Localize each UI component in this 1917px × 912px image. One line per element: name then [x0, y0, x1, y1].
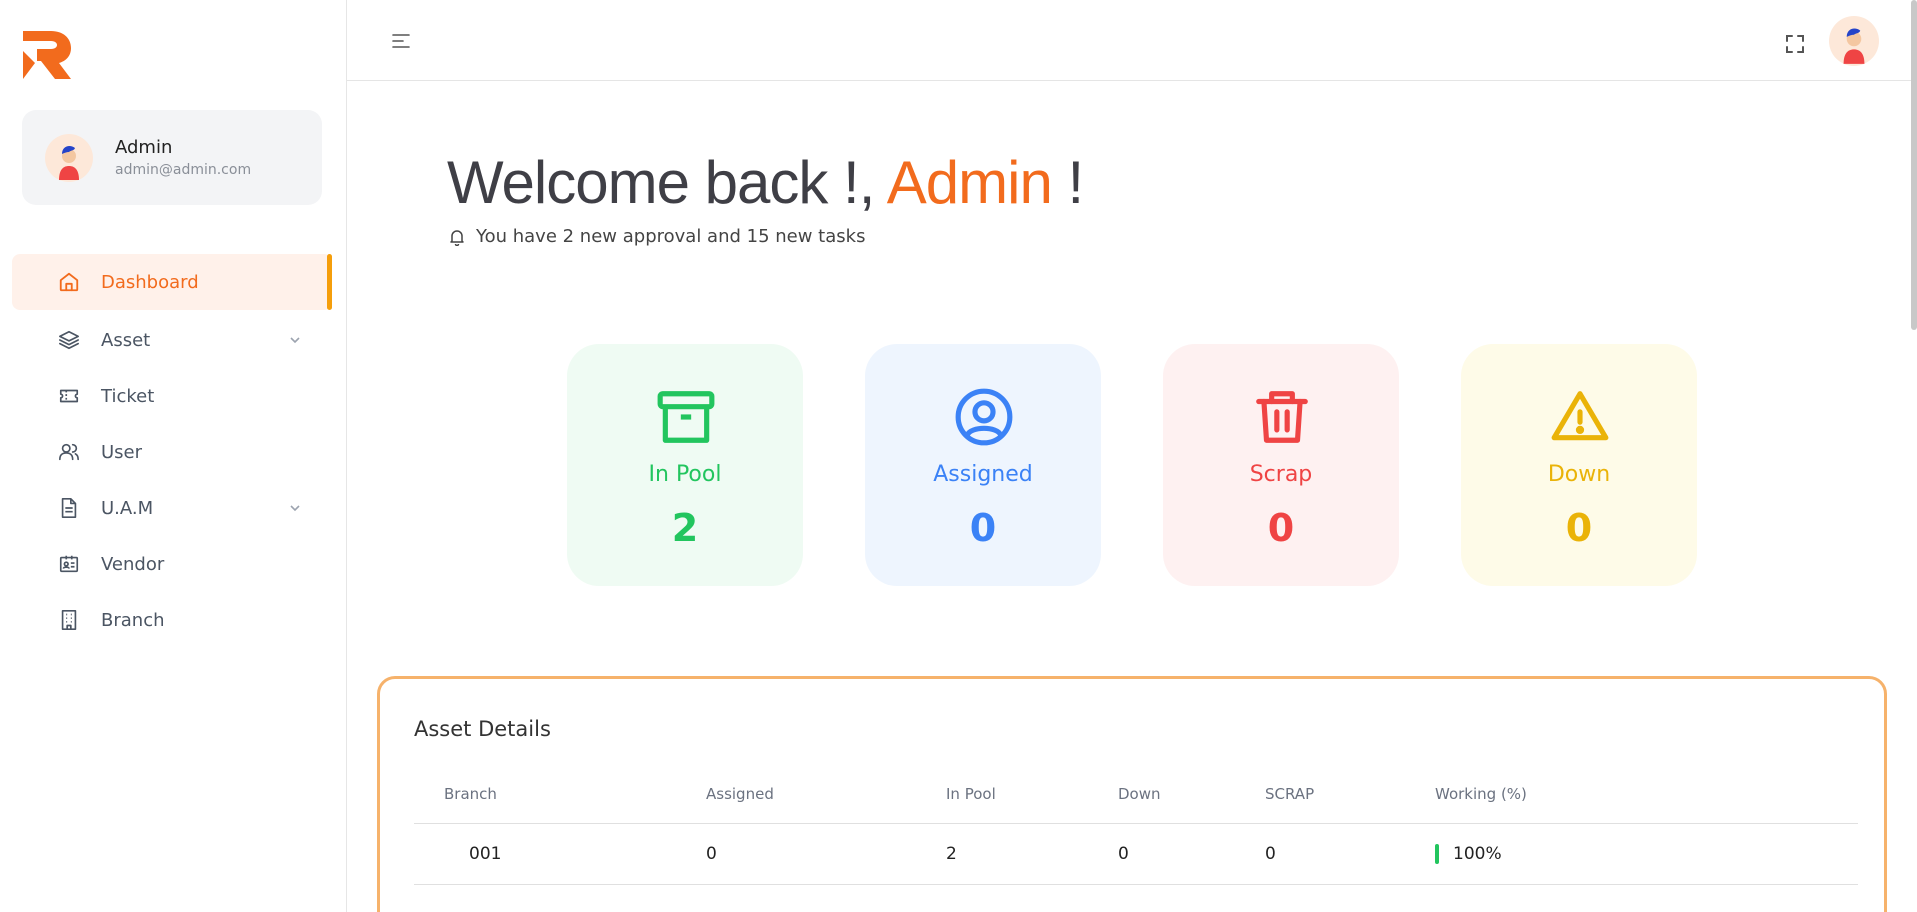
column-header[interactable]: In Pool	[946, 785, 996, 803]
cell-working: 100%	[1435, 844, 1502, 864]
table-row[interactable]: 001 0 2 0 0 100%	[414, 824, 1858, 885]
sidebar-item-user[interactable]: User	[12, 424, 332, 480]
archive-icon	[657, 391, 715, 443]
sidebar-item-label: Ticket	[101, 385, 155, 407]
sidebar-item-ticket[interactable]: Ticket	[12, 368, 332, 424]
profile-avatar[interactable]	[1829, 16, 1879, 66]
top-header	[347, 0, 1917, 330]
sidebar-item-label: Vendor	[101, 553, 165, 575]
building-icon	[61, 610, 77, 630]
id-card-icon	[59, 555, 79, 573]
stat-card-in-pool[interactable]: In Pool 2	[567, 344, 803, 586]
cell-assigned: 0	[706, 844, 717, 864]
layers-icon	[59, 330, 79, 350]
menu-icon[interactable]	[391, 32, 411, 50]
sidebar-item-uam[interactable]: U.A.M	[12, 480, 332, 536]
welcome-heading: Welcome back !, Admin !	[447, 148, 1084, 217]
stat-label: Assigned	[933, 462, 1033, 487]
stat-card-scrap[interactable]: Scrap 0	[1163, 344, 1399, 586]
cell-scrap: 0	[1265, 844, 1276, 864]
table-header: Branch Assigned In Pool Down SCRAP Worki…	[414, 764, 1858, 824]
stat-label: Down	[1547, 462, 1611, 487]
sidebar-item-label: Branch	[101, 609, 165, 631]
sidebar-item-label: U.A.M	[101, 497, 154, 519]
fullscreen-icon[interactable]	[1785, 34, 1805, 54]
column-header[interactable]: Branch	[444, 785, 497, 803]
welcome-name: Admin	[886, 149, 1053, 216]
stat-label: Scrap	[1249, 462, 1313, 487]
cell-down: 0	[1118, 844, 1129, 864]
column-header[interactable]: Working (%)	[1435, 785, 1527, 803]
panel-title: Asset Details	[414, 717, 551, 741]
document-icon	[61, 498, 77, 518]
sidebar-nav: Dashboard Asset Ticket User U.A.M Vendor…	[12, 254, 332, 648]
sidebar-item-dashboard[interactable]: Dashboard	[12, 254, 332, 310]
home-icon	[59, 272, 79, 292]
user-card[interactable]: Admin admin@admin.com	[22, 110, 322, 205]
working-percent: 100%	[1453, 844, 1502, 864]
sidebar-item-vendor[interactable]: Vendor	[12, 536, 332, 592]
bell-icon	[450, 229, 464, 246]
ticket-icon	[59, 389, 79, 403]
sidebar: Admin admin@admin.com Dashboard Asset Ti…	[0, 0, 347, 912]
chevron-down-icon[interactable]	[288, 333, 302, 347]
welcome-subtitle-text: You have 2 new approval and 15 new tasks	[476, 226, 866, 247]
app-root: Admin admin@admin.com Dashboard Asset Ti…	[0, 0, 1917, 912]
sidebar-item-label: Asset	[101, 329, 151, 351]
column-header[interactable]: Assigned	[706, 785, 774, 803]
user-avatar	[45, 134, 93, 182]
stat-value: 0	[1565, 506, 1593, 550]
welcome-suffix: !	[1051, 149, 1084, 216]
user-name: Admin	[115, 137, 173, 158]
stat-value: 0	[1267, 506, 1295, 550]
column-header[interactable]: SCRAP	[1265, 785, 1314, 803]
stat-value: 2	[671, 506, 699, 550]
stat-card-assigned[interactable]: Assigned 0	[865, 344, 1101, 586]
scrollbar-thumb[interactable]	[1911, 0, 1917, 330]
brand-logo[interactable]	[21, 29, 73, 81]
user-email: admin@admin.com	[115, 162, 252, 178]
stat-label: In Pool	[648, 462, 722, 487]
welcome-subtitle: You have 2 new approval and 15 new tasks	[448, 226, 865, 247]
column-header[interactable]: Down	[1118, 785, 1161, 803]
sidebar-item-label: User	[101, 441, 143, 463]
asset-details-panel: Asset Details Branch Assigned In Pool Do…	[377, 676, 1887, 912]
cell-branch: 001	[469, 844, 502, 864]
asset-details-table: Branch Assigned In Pool Down SCRAP Worki…	[414, 764, 1858, 885]
sidebar-item-label: Dashboard	[101, 271, 199, 293]
sidebar-item-branch[interactable]: Branch	[12, 592, 332, 648]
chevron-down-icon[interactable]	[288, 501, 302, 515]
stat-card-down[interactable]: Down 0	[1461, 344, 1697, 586]
user-circle-icon	[955, 388, 1013, 446]
stat-value: 0	[969, 506, 997, 550]
trash-icon	[1256, 391, 1308, 443]
warning-icon	[1551, 391, 1609, 441]
cell-in-pool: 2	[946, 844, 957, 864]
sidebar-item-asset[interactable]: Asset	[12, 312, 332, 368]
working-indicator	[1435, 844, 1439, 864]
welcome-prefix: Welcome back !,	[447, 149, 887, 216]
users-icon	[59, 443, 79, 461]
